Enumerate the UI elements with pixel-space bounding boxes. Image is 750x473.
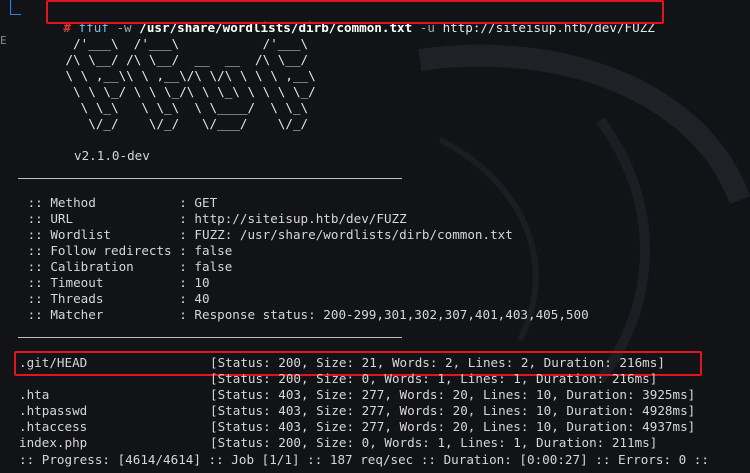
config-row: :: URL : http://siteisup.htb/dev/FUZZ	[20, 211, 407, 227]
result-info: [Status: 200, Size: 0, Words: 1, Lines: …	[210, 435, 658, 450]
config-value: : false	[179, 243, 233, 258]
terminal-window[interactable]: # ffuf -w /usr/share/wordlists/dirb/comm…	[0, 0, 750, 473]
config-row: :: Timeout : 10	[20, 275, 210, 291]
config-key: :: Wordlist	[20, 227, 180, 242]
divider	[18, 178, 402, 179]
config-value: : FUZZ: /usr/share/wordlists/dirb/common…	[179, 227, 513, 242]
result-row: .htpasswd [Status: 403, Size: 277, Words:…	[19, 403, 695, 419]
config-value: : 10	[179, 275, 210, 290]
config-value: : GET	[179, 195, 218, 210]
result-row: .htaccess [Status: 403, Size: 277, Words:…	[19, 419, 695, 435]
result-path: index.php	[19, 435, 88, 450]
config-row: :: Wordlist : FUZZ: /usr/share/wordlists…	[20, 227, 513, 243]
result-info: [Status: 200, Size: 0, Words: 1, Lines: …	[210, 371, 658, 386]
result-info: [Status: 403, Size: 277, Words: 20, Line…	[210, 403, 696, 418]
result-row: [Status: 200, Size: 0, Words: 1, Lines: …	[19, 371, 657, 387]
config-key: :: Calibration	[20, 259, 180, 274]
banner-line: /'___\ /'___\ /'___\	[20, 36, 309, 51]
result-path: .htpasswd	[19, 403, 88, 418]
prompt-corner	[10, 0, 21, 15]
config-row: :: Calibration : false	[20, 259, 233, 275]
config-row: :: Follow redirects : false	[20, 243, 233, 259]
config-value: : false	[179, 259, 233, 274]
result-info: [Status: 403, Size: 277, Words: 20, Line…	[210, 419, 696, 434]
banner-line: \ \ ,__\\ \ ,__\/\ \/\ \ \ \ ,__\	[20, 68, 316, 83]
config-row: :: Threads : 40	[20, 291, 210, 307]
version-label: v2.1.0-dev	[74, 148, 150, 163]
config-key: :: Timeout	[20, 275, 180, 290]
command-highlight-box	[46, 0, 664, 24]
banner-line: /\ \__/ /\ \__/ __ __ /\ \__/	[20, 52, 309, 67]
side-mark: E	[0, 34, 7, 47]
banner-line: \ \_\ \ \_\ \ \____/ \ \_\	[20, 100, 309, 115]
result-info: [Status: 403, Size: 277, Words: 20, Line…	[210, 387, 696, 402]
config-row: :: Method : GET	[20, 195, 218, 211]
result-path: .htaccess	[19, 419, 88, 434]
result-row: index.php [Status: 200, Size: 0, Words: 1…	[19, 435, 657, 451]
divider	[18, 337, 402, 338]
config-key: :: URL	[20, 211, 180, 226]
config-key: :: Threads	[20, 291, 180, 306]
progress-line: :: Progress: [4614/4614] :: Job [1/1] ::…	[19, 452, 709, 467]
config-key: :: Matcher	[20, 307, 180, 322]
banner-line: \/_/ \/_/ \/___/ \/_/	[20, 116, 309, 131]
config-value: : Response status: 200-299,301,302,307,4…	[179, 307, 589, 322]
config-value: : http://siteisup.htb/dev/FUZZ	[179, 211, 407, 226]
config-row: :: Matcher : Response status: 200-299,30…	[20, 307, 589, 323]
result-path: .hta	[19, 387, 50, 402]
config-key: :: Follow redirects	[20, 243, 180, 258]
config-key: :: Method	[20, 195, 180, 210]
result-row: .hta [Status: 403, Size: 277, Words: 20, …	[19, 387, 695, 403]
config-value: : 40	[179, 291, 210, 306]
banner-line: \ \ \_/ \ \ \_/\ \ \_\ \ \ \ \_/	[20, 84, 316, 99]
